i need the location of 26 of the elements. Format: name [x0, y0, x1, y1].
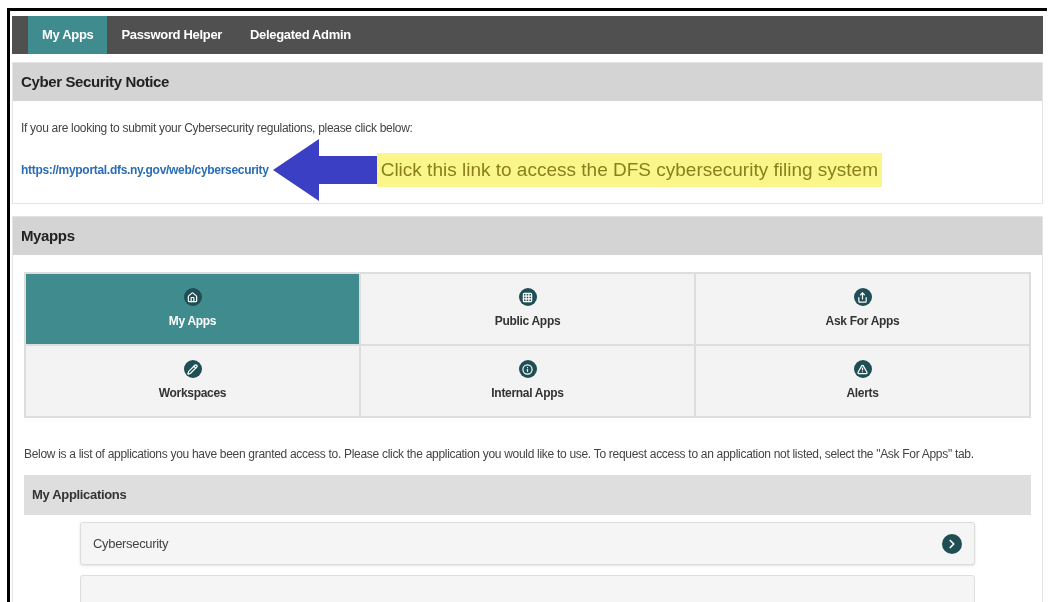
app-tile[interactable]: Ask For Apps — [695, 273, 1030, 345]
app-tile[interactable]: Workspaces — [25, 345, 360, 417]
notice-text: If you are looking to submit your Cybersecurity regulations, please click below: — [21, 120, 414, 137]
nav-tab[interactable]: Password Helper — [107, 16, 237, 54]
list-title: My Applications — [32, 486, 127, 505]
app-tile[interactable]: Public Apps — [360, 273, 695, 345]
home-icon — [183, 288, 202, 306]
pencil-icon — [183, 360, 202, 378]
panel-title: Cyber Security Notice — [21, 71, 169, 92]
info-icon — [518, 360, 537, 378]
grid-icon — [518, 288, 537, 306]
application-row[interactable]: Cybersecurity — [80, 522, 975, 565]
intro-text: Below is a list of applications you have been granted access to. Please click the application you would like to use. To request access to an application not listed, select the "Ask For Apps" tab. — [24, 446, 975, 463]
share-icon — [853, 288, 872, 306]
app-tile[interactable]: Internal Apps — [360, 345, 695, 417]
app-tile[interactable]: My Apps — [25, 273, 360, 345]
panel-title: Myapps — [21, 225, 75, 246]
nav-tab[interactable]: My Apps — [28, 16, 108, 54]
cybersecurity-link[interactable]: https://myportal.dfs.ny.gov/web/cybersecurity — [21, 161, 269, 179]
arrow-icon — [272, 139, 377, 201]
chevron-icon — [942, 533, 962, 554]
app-tile[interactable]: Alerts — [695, 345, 1030, 417]
application-name: Cybersecurity — [93, 534, 169, 553]
warning-icon — [853, 360, 872, 378]
callout-text: Click this link to access the DFS cybersecurity filing system — [376, 152, 882, 188]
nav-tab[interactable]: Delegated Admin — [236, 16, 365, 54]
